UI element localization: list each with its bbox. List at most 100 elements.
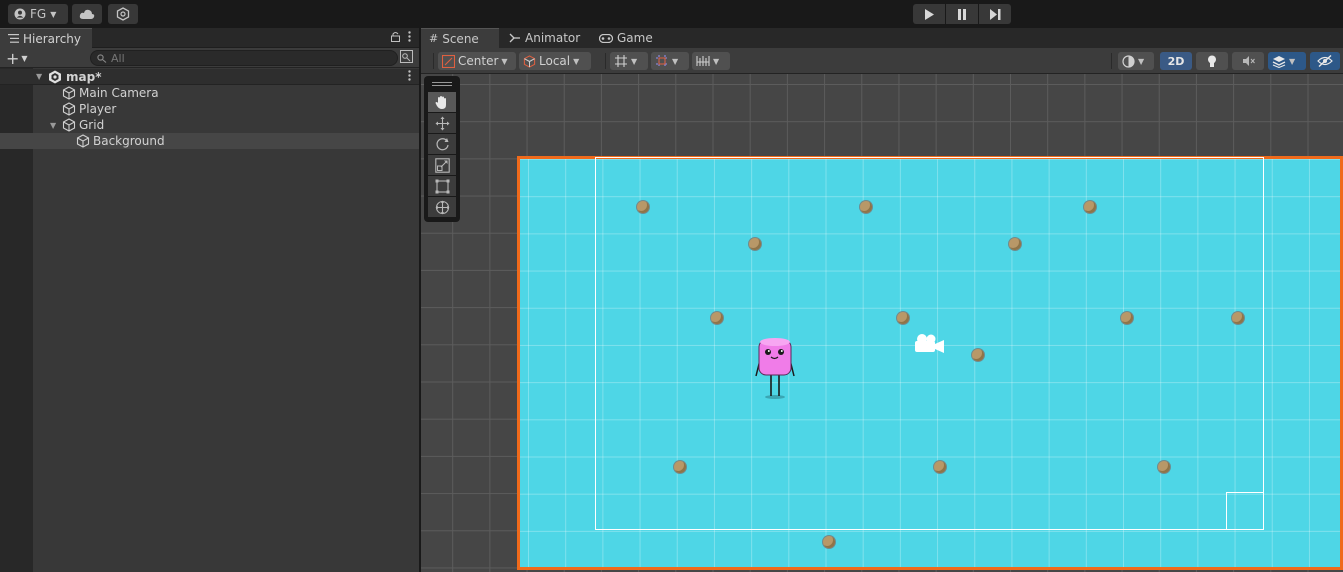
unity-scene-icon bbox=[48, 70, 62, 84]
hierarchy-panel: Hierarchy + ▼ ▼ m bbox=[0, 28, 419, 572]
move-tool-button[interactable] bbox=[428, 113, 456, 133]
gameobject-cube-icon bbox=[62, 118, 76, 132]
hierarchy-search bbox=[90, 50, 398, 66]
rotate-tool-icon bbox=[435, 137, 449, 150]
local-cube-icon bbox=[523, 54, 536, 68]
collab-button[interactable] bbox=[108, 4, 138, 24]
hierarchy-item-player[interactable]: Player bbox=[0, 101, 419, 117]
tool-palette bbox=[424, 76, 460, 222]
playmode-controls bbox=[913, 4, 1012, 24]
hand-tool-button[interactable] bbox=[428, 92, 456, 112]
pebble-sprite[interactable] bbox=[674, 461, 686, 473]
kebab-menu-icon[interactable] bbox=[408, 69, 411, 84]
hierarchy-item-label: Main Camera bbox=[79, 86, 159, 100]
transform-tool-icon bbox=[435, 200, 449, 214]
pivot-mode-dropdown[interactable]: Center ▼ bbox=[438, 52, 516, 70]
pebble-sprite[interactable] bbox=[897, 312, 909, 324]
drag-handle-icon[interactable] bbox=[432, 82, 452, 86]
account-label: FG bbox=[30, 7, 47, 21]
play-button[interactable] bbox=[913, 4, 945, 24]
grid-snapping-button[interactable]: ▼ bbox=[651, 52, 689, 70]
tab-label: Game bbox=[617, 31, 653, 45]
mode-2d-toggle[interactable]: 2D bbox=[1160, 52, 1192, 70]
account-dropdown[interactable]: FG ▼ bbox=[8, 4, 68, 24]
scene-row[interactable]: ▼ map* bbox=[0, 69, 419, 85]
chevron-down-icon: ▼ bbox=[672, 56, 679, 66]
pause-button[interactable] bbox=[946, 4, 978, 24]
cloud-button[interactable] bbox=[72, 4, 102, 24]
camera-gizmo-icon[interactable] bbox=[913, 332, 945, 356]
tab-game[interactable]: Game bbox=[591, 28, 661, 48]
tab-label: Animator bbox=[525, 31, 581, 45]
plus-icon: + bbox=[6, 49, 20, 68]
shading-mode-button[interactable]: ▼ bbox=[1118, 52, 1154, 70]
expand-arrow-icon[interactable]: ▼ bbox=[50, 121, 60, 130]
audio-toggle[interactable] bbox=[1232, 52, 1264, 70]
grid-hash-icon: # bbox=[429, 32, 439, 45]
tab-hierarchy[interactable]: Hierarchy bbox=[0, 28, 92, 48]
hierarchy-item-main-camera[interactable]: Main Camera bbox=[0, 85, 419, 101]
hierarchy-item-label: Grid bbox=[79, 118, 105, 132]
scale-tool-button[interactable] bbox=[428, 155, 456, 175]
gamepad-icon bbox=[599, 33, 613, 43]
tab-scene[interactable]: # Scene bbox=[421, 28, 499, 48]
shading-sphere-icon bbox=[1122, 54, 1135, 68]
scene-visibility-toggle[interactable] bbox=[1310, 52, 1340, 70]
create-button[interactable]: + ▼ bbox=[6, 49, 28, 68]
chevron-down-icon: ▼ bbox=[1289, 56, 1296, 66]
search-input[interactable] bbox=[111, 51, 391, 65]
transform-tool-button[interactable] bbox=[428, 197, 456, 217]
pebble-sprite[interactable] bbox=[1232, 312, 1244, 324]
scene-viewport[interactable] bbox=[421, 74, 1343, 572]
pebble-sprite[interactable] bbox=[711, 312, 723, 324]
pebble-sprite[interactable] bbox=[1084, 201, 1096, 213]
selection-box bbox=[1226, 492, 1264, 530]
hierarchy-item-grid[interactable]: ▼ Grid bbox=[0, 117, 419, 133]
effects-dropdown[interactable]: ▼ bbox=[1268, 52, 1306, 70]
chevron-down-icon: ▼ bbox=[21, 54, 28, 63]
search-options-icon[interactable] bbox=[400, 50, 414, 66]
gameobject-cube-icon bbox=[76, 134, 90, 148]
pebble-sprite[interactable] bbox=[1158, 461, 1170, 473]
hierarchy-tree: ▼ map* Main Camera Player ▼ Grid Backgro… bbox=[0, 68, 419, 572]
cloud-icon bbox=[79, 9, 95, 19]
lighting-toggle[interactable] bbox=[1196, 52, 1228, 70]
rotate-tool-button[interactable] bbox=[428, 134, 456, 154]
search-icon bbox=[97, 53, 107, 63]
pebble-sprite[interactable] bbox=[934, 461, 946, 473]
lock-icon[interactable] bbox=[391, 31, 400, 45]
pause-icon bbox=[958, 8, 966, 20]
play-icon bbox=[925, 8, 934, 20]
grid-toggle-button[interactable]: ▼ bbox=[610, 52, 648, 70]
hierarchy-item-background[interactable]: Background bbox=[0, 133, 419, 149]
pebble-sprite[interactable] bbox=[823, 536, 835, 548]
account-icon bbox=[14, 8, 26, 20]
pebble-sprite[interactable] bbox=[972, 349, 984, 361]
grid-snap-icon bbox=[615, 55, 627, 67]
tab-label: Scene bbox=[442, 31, 479, 46]
expand-arrow-icon[interactable]: ▼ bbox=[36, 72, 46, 81]
tab-animator[interactable]: Animator bbox=[501, 28, 588, 48]
pebble-sprite[interactable] bbox=[1121, 312, 1133, 324]
chevron-down-icon: ▼ bbox=[713, 56, 720, 66]
gameobject-cube-icon bbox=[62, 86, 76, 100]
pebble-sprite[interactable] bbox=[1009, 238, 1021, 250]
animator-icon bbox=[509, 33, 520, 43]
mode-2d-label: 2D bbox=[1167, 54, 1185, 68]
pebble-sprite[interactable] bbox=[860, 201, 872, 213]
pivot-center-icon bbox=[442, 54, 455, 68]
increment-snap-button[interactable]: ▼ bbox=[692, 52, 730, 70]
step-button[interactable] bbox=[979, 4, 1011, 24]
rect-tool-button[interactable] bbox=[428, 176, 456, 196]
pebble-sprite[interactable] bbox=[637, 201, 649, 213]
list-icon bbox=[8, 34, 19, 43]
kebab-menu-icon[interactable] bbox=[408, 31, 411, 45]
pebble-sprite[interactable] bbox=[749, 238, 761, 250]
lightbulb-icon bbox=[1208, 55, 1216, 67]
scene-toolbar: Center ▼ Local ▼ ▼ ▼ ▼ ▼ 2D ▼ bbox=[421, 48, 1343, 74]
scale-tool-icon bbox=[434, 157, 450, 173]
move-tool-icon bbox=[435, 116, 449, 130]
hierarchy-item-label: Player bbox=[79, 102, 117, 116]
pivot-rotation-dropdown[interactable]: Local ▼ bbox=[519, 52, 591, 70]
player-sprite[interactable] bbox=[752, 336, 798, 400]
